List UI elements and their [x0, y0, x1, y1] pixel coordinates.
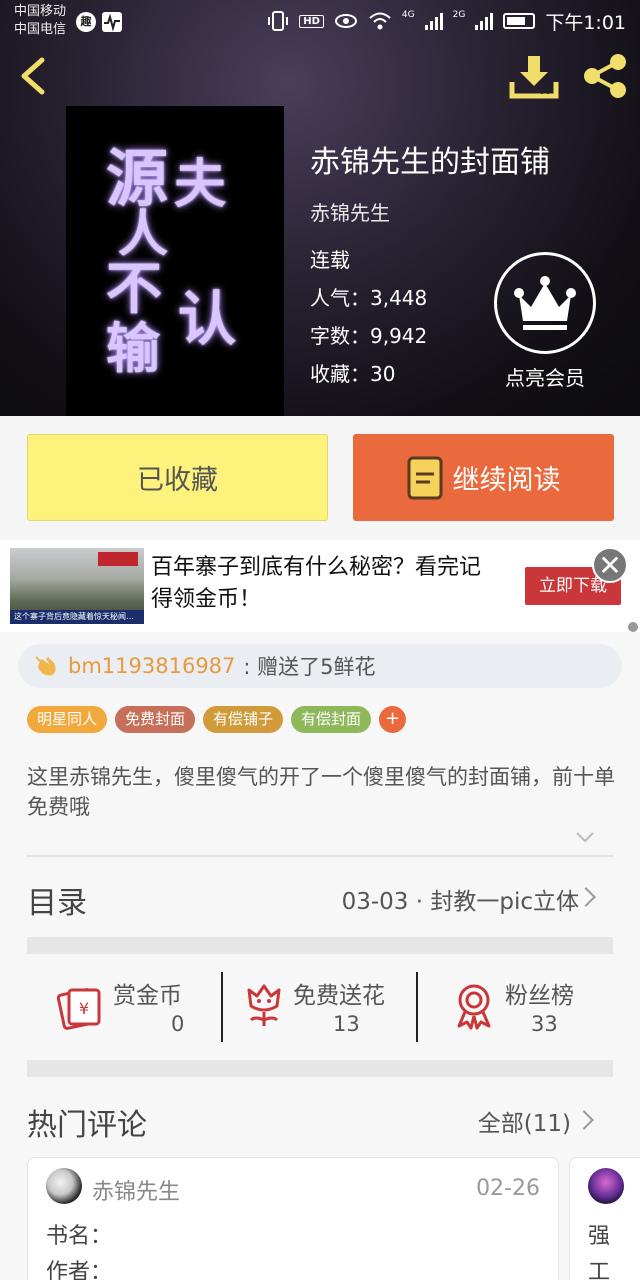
gift-message: : 赠送了5鲜花 — [243, 655, 376, 679]
hd-icon: HD — [299, 14, 324, 28]
activity-icon — [102, 12, 122, 32]
comment-line: 书名： — [46, 1224, 113, 1249]
comment-line: 作者： — [46, 1260, 113, 1280]
download-button[interactable] — [508, 52, 560, 100]
wifi-icon — [369, 12, 391, 30]
hot-comments-label: 热门评论 — [27, 1108, 147, 1143]
stat-value: 13 — [333, 1012, 360, 1036]
continue-reading-label: 继续阅读 — [452, 465, 561, 496]
carrier-info: 中国移动 中国电信 — [14, 3, 66, 39]
status-icons: HD 4G 2G 下午1:01 — [267, 8, 626, 34]
stat-label: 赏金币 — [113, 983, 182, 1009]
all-comments-link[interactable]: 全部(11) — [478, 1104, 571, 1138]
section-separator — [27, 1060, 613, 1077]
eye-icon — [334, 14, 357, 28]
crown-icon — [514, 276, 576, 330]
stat-label: 粉丝榜 — [505, 983, 574, 1009]
expand-description-button[interactable] — [574, 826, 596, 848]
cover-char: 认 — [178, 285, 237, 353]
svg-text:¥: ¥ — [79, 999, 89, 1018]
back-button[interactable] — [14, 54, 54, 98]
tag-chip[interactable]: 有偿铺子 — [203, 706, 284, 733]
favorited-button[interactable]: 已收藏 — [27, 434, 328, 521]
comment-card[interactable]: 赤锦先生 02-26 书名： 作者： — [27, 1157, 559, 1280]
favorited-label: 已收藏 — [137, 465, 218, 496]
flower-icon — [247, 984, 281, 1026]
ad-close-button[interactable]: ✕ — [592, 547, 628, 583]
tag-list: 明星同人 免费封面 有偿铺子 有偿封面 + — [27, 706, 407, 733]
chevron-down-icon — [576, 832, 594, 843]
gift-notice: bm1193816987 : 赠送了5鲜花 — [18, 644, 622, 688]
ad-image-caption: 这个寨子背后竟隐藏着惊天秘闻… — [10, 610, 144, 624]
tip-coins-button[interactable]: ¥ 赏金币 0 — [55, 972, 215, 1042]
stat-label: 免费送花 — [293, 983, 385, 1009]
continue-reading-button[interactable]: 继续阅读 — [353, 434, 614, 521]
ad-logo — [98, 552, 138, 566]
section-separator — [27, 937, 613, 954]
ad-banner[interactable]: 这个寨子背后竟隐藏着惊天秘闻… 百年寨子到底有什么秘密？看完记得领金币！ 立即下… — [0, 540, 640, 632]
stat-value: 33 — [531, 1012, 558, 1036]
stats-row: ¥ 赏金币 0 免费送花 13 粉丝榜 33 — [27, 954, 613, 1060]
coin-envelope-icon: ¥ — [56, 988, 101, 1030]
signal-2-icon — [475, 12, 494, 30]
gift-user[interactable]: bm1193816987 — [68, 654, 235, 678]
book-title: 赤锦先生的封面铺 — [310, 145, 550, 180]
cover-char: 夫 — [174, 154, 227, 215]
book-description: 这里赤锦先生，傻里傻气的开了一个傻里傻气的封面铺，前十单免费哦 — [27, 765, 615, 819]
share-icon — [584, 54, 626, 98]
action-bar: 已收藏 继续阅读 — [0, 416, 640, 540]
vip-label[interactable]: 点亮会员 — [480, 362, 610, 391]
medal-icon — [457, 984, 491, 1030]
word-count: 字数：9,942 — [310, 324, 428, 348]
book-status: 连载 — [310, 248, 350, 272]
tag-chip[interactable]: 明星同人 — [27, 706, 108, 733]
clock: 下午1:01 — [545, 11, 626, 34]
book-cover[interactable]: 源 夫 人 不 输 认 — [66, 106, 284, 416]
signal-1-icon — [424, 12, 443, 30]
carrier-2: 中国电信 — [14, 22, 67, 37]
battery-icon — [503, 13, 536, 29]
status-bar: 中国移动 中国电信 趣 HD 4G 2G 下午1:01 — [0, 0, 640, 44]
avatar[interactable] — [588, 1168, 624, 1204]
app-notification-icon: 趣 — [76, 12, 96, 32]
network-2g: 2G — [452, 10, 466, 20]
chevron-right-icon[interactable] — [574, 1110, 594, 1130]
stat-value: 0 — [171, 1012, 185, 1036]
carrier-1: 中国移动 — [14, 4, 67, 19]
fan-ranking-button[interactable]: 粉丝榜 33 — [451, 972, 611, 1042]
chevron-right-icon — [576, 887, 596, 907]
comment-date: 02-26 — [476, 1176, 540, 1201]
table-of-contents-row[interactable]: 目录 03-03 · 封教一pic立体 — [27, 856, 613, 938]
divider — [221, 972, 223, 1042]
vip-button[interactable] — [494, 252, 596, 354]
toc-label: 目录 — [27, 886, 87, 921]
network-4g: 4G — [401, 10, 415, 20]
book-author[interactable]: 赤锦先生 — [310, 197, 390, 226]
download-icon — [509, 56, 559, 99]
comment-card[interactable]: 强 工 — [569, 1157, 640, 1280]
comment-user[interactable]: 赤锦先生 — [92, 1174, 180, 1206]
book-icon — [407, 456, 442, 499]
send-flower-button[interactable]: 免费送花 13 — [241, 972, 421, 1042]
popularity: 人气：3,448 — [310, 286, 428, 310]
tag-chip[interactable]: 有偿封面 — [291, 706, 372, 733]
ad-image: 这个寨子背后竟隐藏着惊天秘闻… — [10, 548, 144, 624]
share-button[interactable] — [580, 52, 630, 100]
cover-char: 输 — [106, 316, 160, 380]
favorite-count: 收藏：30 — [310, 362, 396, 386]
chevron-left-icon — [21, 57, 45, 95]
ad-text: 百年寨子到底有什么秘密？看完记得领金币！ — [151, 555, 482, 612]
avatar[interactable] — [46, 1168, 82, 1204]
gift-icon — [35, 656, 56, 676]
vibrate-icon — [268, 11, 289, 31]
book-header: 中国移动 中国电信 趣 HD 4G 2G 下午1:01 源 夫 人 不 输 认 … — [0, 0, 640, 416]
tag-chip[interactable]: 免费封面 — [115, 706, 196, 733]
ad-info-icon[interactable] — [628, 622, 638, 632]
comment-line: 工 — [588, 1260, 611, 1280]
hot-comments-header: 热门评论 全部(11) — [27, 1090, 613, 1150]
comment-line: 强 — [588, 1224, 611, 1249]
latest-chapter: 03-03 · 封教一pic立体 — [341, 889, 579, 915]
divider — [416, 972, 418, 1042]
add-tag-button[interactable]: + — [379, 706, 407, 733]
